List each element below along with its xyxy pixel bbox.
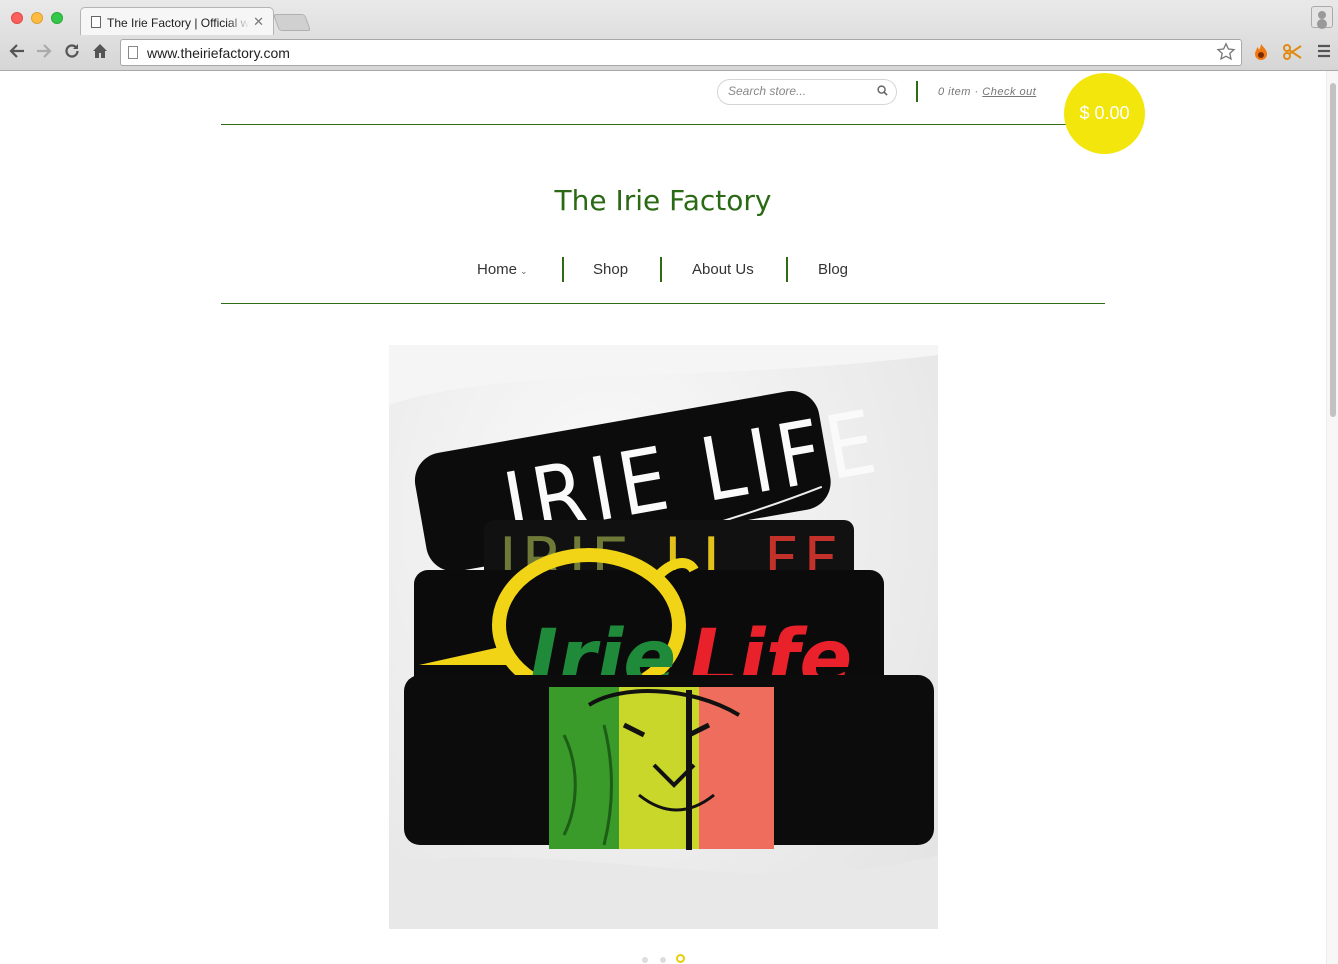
scrollbar-thumb[interactable] <box>1330 83 1336 417</box>
nav-divider <box>562 257 564 282</box>
close-window-button[interactable] <box>11 12 23 24</box>
nav-item-home[interactable]: Home ⌄ <box>477 261 528 278</box>
nav-divider <box>786 257 788 282</box>
tab-close-button[interactable]: ✕ <box>253 14 264 30</box>
web-page: 0 item · Check out $ 0.00 The Irie Facto… <box>0 71 1338 964</box>
search-box[interactable] <box>717 79 897 105</box>
checkout-link[interactable]: Check out <box>982 86 1036 98</box>
address-bar[interactable]: www.theiriefactory.com <box>120 39 1242 66</box>
minimize-window-button[interactable] <box>31 12 43 24</box>
nav-divider <box>660 257 662 282</box>
tab-title: The Irie Factory | Official website <box>107 16 249 30</box>
zoom-window-button[interactable] <box>51 12 63 24</box>
cart-separator: · <box>974 86 979 98</box>
home-icon[interactable] <box>91 42 109 64</box>
extension-flame-icon[interactable] <box>1252 43 1270 66</box>
nav-item-about-us[interactable]: About Us <box>692 261 754 278</box>
extension-scissors-icon[interactable] <box>1283 43 1303 66</box>
url-text[interactable]: www.theiriefactory.com <box>147 45 290 61</box>
forward-arrow-icon[interactable] <box>35 42 53 64</box>
profile-icon[interactable] <box>1311 6 1333 28</box>
slider-dot-1[interactable] <box>642 957 648 963</box>
tshirt-stack-illustration: IRIE LIFE IRIE LI FF Irie Life <box>389 345 938 929</box>
nav-home-label: Home <box>477 261 518 278</box>
document-icon <box>91 16 101 28</box>
slider-dot-3[interactable] <box>676 954 685 963</box>
cart-count: 0 item <box>938 86 971 98</box>
nav-item-blog[interactable]: Blog <box>818 261 848 278</box>
header-rule <box>221 124 1071 125</box>
nav-rule <box>221 303 1105 304</box>
reload-icon[interactable] <box>63 42 81 64</box>
page-scrollbar[interactable] <box>1326 71 1338 964</box>
bookmark-star-icon[interactable] <box>1216 42 1236 68</box>
browser-tab[interactable]: The Irie Factory | Official website ✕ <box>80 7 274 35</box>
slider-dot-2[interactable] <box>660 957 666 963</box>
cart-info: 0 item · Check out <box>938 86 1036 98</box>
search-icon[interactable] <box>877 85 888 96</box>
menu-icon[interactable] <box>1316 43 1332 64</box>
chevron-down-icon: ⌄ <box>520 266 528 276</box>
search-input[interactable] <box>728 84 868 98</box>
site-title[interactable]: The Irie Factory <box>0 184 1326 217</box>
back-arrow-icon[interactable] <box>8 42 26 64</box>
page-icon <box>128 46 138 59</box>
nav-item-shop[interactable]: Shop <box>593 261 628 278</box>
new-tab-button[interactable] <box>272 14 312 31</box>
cart-total-button[interactable]: $ 0.00 <box>1064 73 1145 154</box>
header-divider <box>916 81 918 102</box>
browser-chrome: The Irie Factory | Official website ✕ ww… <box>0 0 1338 71</box>
hero-slide-image[interactable]: IRIE LIFE IRIE LI FF Irie Life <box>389 345 938 929</box>
